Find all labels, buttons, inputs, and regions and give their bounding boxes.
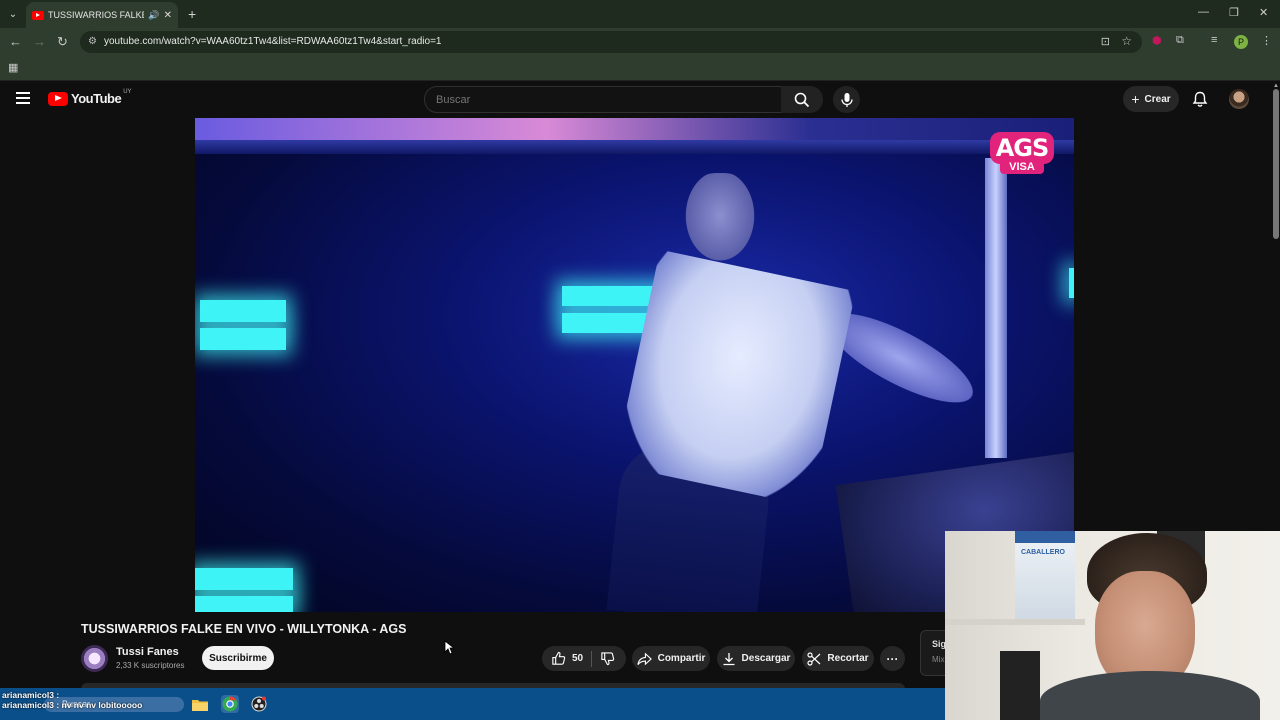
plus-icon: +: [1131, 91, 1140, 107]
tab-close-icon[interactable]: ✕: [164, 10, 172, 21]
microphone-icon: [840, 92, 853, 107]
thumbs-down-icon: [601, 652, 615, 666]
search-box[interactable]: [424, 86, 782, 113]
apps-grid-icon[interactable]: ▦: [8, 61, 18, 74]
tab-title: TUSSIWARRIOS FALKE EN VI: [48, 10, 144, 20]
account-avatar[interactable]: [1229, 89, 1249, 109]
search-icon: [794, 92, 810, 107]
install-app-icon[interactable]: ⊡: [1101, 35, 1110, 48]
country-code: UY: [123, 88, 132, 95]
extension-shield-icon[interactable]: ⬢: [1152, 34, 1162, 47]
speaker-icon[interactable]: 🔊: [148, 10, 159, 21]
mouse-cursor-icon: [444, 640, 456, 660]
download-icon: [723, 652, 735, 665]
up-next-mix-card[interactable]: Sig Mix: [920, 630, 946, 676]
bookmark-star-icon[interactable]: ☆: [1121, 34, 1132, 48]
create-button[interactable]: + Crear: [1123, 86, 1179, 112]
download-button[interactable]: Descargar: [717, 646, 795, 671]
create-label: Crear: [1144, 93, 1171, 105]
led-panel: [195, 568, 293, 590]
voice-search-button[interactable]: [833, 86, 860, 113]
download-label: Descargar: [741, 653, 791, 664]
clip-label: Recortar: [827, 653, 869, 664]
scrollbar-thumb[interactable]: [1273, 89, 1279, 239]
youtube-logo[interactable]: YouTube UY: [48, 88, 132, 106]
chat-overlay: arianamicol3 : arianamicol3 : nv nv nv l…: [2, 690, 142, 710]
restore-button[interactable]: ❐: [1229, 6, 1239, 19]
back-icon[interactable]: ←: [9, 34, 22, 49]
streamer-webcam: CABALLERO: [945, 531, 1280, 720]
led-panel: [1069, 268, 1074, 298]
ags-visa-logo: AGS VISA: [990, 132, 1054, 184]
extensions-puzzle-icon[interactable]: ⧉: [1176, 34, 1184, 47]
search-input[interactable]: [434, 93, 738, 107]
new-tab-button[interactable]: +: [188, 6, 196, 22]
stage-light-bar: [195, 118, 1074, 140]
file-explorer-icon[interactable]: [191, 695, 209, 713]
youtube-favicon-icon: [32, 10, 44, 20]
led-panel: [195, 596, 293, 612]
jersey-text: CABALLERO: [1021, 549, 1065, 556]
youtube-play-icon: [48, 91, 68, 106]
close-window-button[interactable]: ✕: [1259, 6, 1268, 19]
channel-avatar[interactable]: [81, 645, 108, 672]
like-button[interactable]: 50: [551, 651, 583, 666]
share-button[interactable]: Compartir: [632, 646, 710, 671]
obs-taskbar-icon[interactable]: [250, 695, 268, 713]
subscriber-count: 2,33 K suscriptores: [116, 661, 185, 670]
minimize-button[interactable]: —: [1198, 6, 1209, 18]
wall-shelf: [945, 619, 1085, 625]
dislike-button[interactable]: [600, 651, 621, 666]
search-button[interactable]: [781, 86, 823, 113]
address-bar[interactable]: ⚙ youtube.com/watch?v=WAA60tz1Tw4&list=R…: [80, 31, 1142, 53]
more-actions-button[interactable]: ···: [880, 646, 905, 671]
chat-line-2: arianamicol3 : nv nv nv lobitooooo: [2, 700, 143, 710]
performer-head: [680, 173, 760, 268]
reading-list-icon[interactable]: ≡: [1211, 34, 1217, 46]
browser-tab-strip: ⌄ TUSSIWARRIOS FALKE EN VI 🔊 ✕ + — ❐ ✕: [0, 0, 1280, 28]
like-count: 50: [572, 653, 584, 664]
thumbs-up-icon: [552, 651, 566, 665]
tab-search-button[interactable]: ⌄: [4, 5, 22, 23]
scissors-icon: [807, 651, 821, 666]
share-arrow-icon: [636, 652, 652, 665]
channel-name[interactable]: Tussi Fanes: [116, 646, 179, 658]
menu-hamburger-icon[interactable]: [16, 92, 30, 104]
browser-tab-active[interactable]: TUSSIWARRIOS FALKE EN VI 🔊 ✕: [26, 2, 178, 28]
reload-icon[interactable]: ↻: [57, 34, 68, 50]
streamer-shirt: [1040, 671, 1260, 720]
forward-icon[interactable]: →: [33, 34, 46, 49]
wall-jersey: CABALLERO: [1015, 531, 1075, 621]
youtube-header: YouTube UY + Crear: [0, 81, 1280, 118]
chrome-taskbar-icon[interactable]: [221, 695, 239, 713]
stage-truss: [195, 140, 1074, 154]
up-next-title: Sig: [932, 639, 946, 649]
video-player[interactable]: AGS VISA: [195, 118, 1074, 612]
subscribe-button[interactable]: Suscribirme: [202, 646, 274, 670]
site-info-icon[interactable]: ⚙: [88, 36, 97, 47]
notifications-bell-icon[interactable]: [1192, 91, 1208, 113]
youtube-wordmark: YouTube: [71, 91, 122, 106]
chair-back: [1000, 651, 1040, 720]
windows-taskbar: ⌕ Buscar arianamicol3 : arianamicol3 : n…: [0, 688, 945, 720]
stage-mast: [985, 158, 1007, 458]
like-divider: [591, 650, 593, 667]
clip-button[interactable]: Recortar: [802, 646, 874, 671]
video-title: TUSSIWARRIOS FALKE EN VIVO - WILLYTONKA …: [81, 622, 407, 636]
led-panel: [200, 300, 286, 322]
url-text: youtube.com/watch?v=WAA60tz1Tw4&list=RDW…: [104, 36, 442, 47]
like-dislike-group: 50: [542, 646, 626, 671]
browser-toolbar: ← → ↻ ⚙ youtube.com/watch?v=WAA60tz1Tw4&…: [0, 28, 1280, 56]
chat-line-1: arianamicol3 :: [2, 690, 60, 700]
browser-menu-icon[interactable]: ⋮: [1261, 34, 1272, 47]
led-panel: [200, 328, 286, 350]
up-next-subtitle: Mix: [932, 655, 945, 664]
profile-avatar[interactable]: P: [1234, 35, 1248, 49]
bookmarks-bar: ▦: [0, 56, 1280, 81]
share-label: Compartir: [657, 653, 706, 664]
